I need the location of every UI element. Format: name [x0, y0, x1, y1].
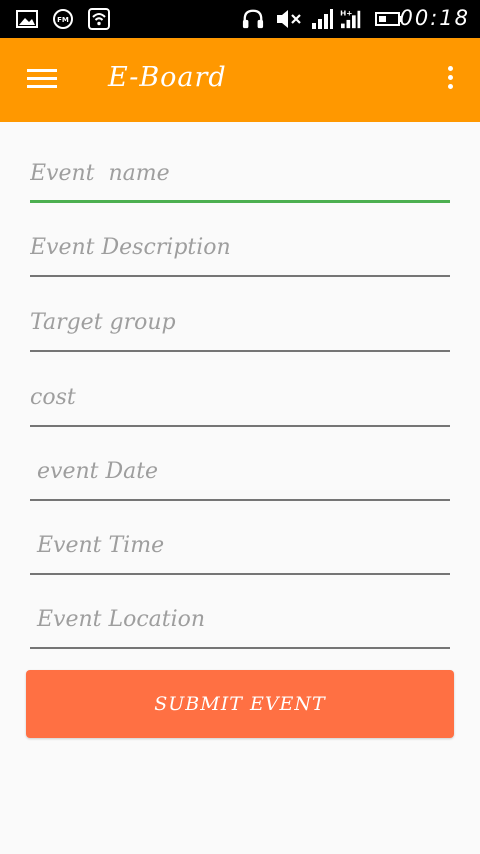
status-bar: FM H+ 00:18 — [0, 0, 480, 38]
event-name-field — [30, 151, 450, 203]
event-location-underline — [30, 647, 450, 649]
mute-icon — [277, 10, 301, 28]
signal-hplus-icon: H+ — [340, 8, 361, 29]
event-date-input[interactable] — [30, 449, 450, 493]
cost-field — [30, 375, 450, 427]
status-time: 00:18 — [399, 6, 470, 30]
event-description-underline — [30, 275, 450, 277]
signal-icon — [312, 9, 333, 29]
target-group-input[interactable] — [30, 300, 450, 344]
svg-text:FM: FM — [57, 16, 69, 24]
event-name-underline — [30, 200, 450, 203]
cost-input[interactable] — [30, 375, 450, 419]
wifi-icon — [88, 8, 110, 30]
app-bar: E-Board — [0, 38, 480, 122]
event-location-field — [30, 597, 450, 649]
event-date-underline — [30, 499, 450, 501]
more-vert-icon[interactable] — [442, 66, 458, 96]
fm-radio-icon: FM — [53, 9, 73, 29]
cost-underline — [30, 425, 450, 427]
target-group-underline — [30, 350, 450, 352]
app-title: E-Board — [108, 62, 227, 93]
headphones-icon — [242, 9, 264, 29]
svg-text:H+: H+ — [340, 8, 352, 17]
event-name-input[interactable] — [30, 151, 450, 195]
event-location-input[interactable] — [30, 597, 450, 641]
hamburger-menu-icon[interactable] — [22, 64, 62, 96]
event-time-field — [30, 523, 450, 575]
event-description-field — [30, 225, 450, 277]
event-date-field — [30, 449, 450, 501]
event-time-input[interactable] — [30, 523, 450, 567]
submit-event-button[interactable]: SUBMIT EVENT — [26, 670, 454, 738]
event-description-input[interactable] — [30, 225, 450, 269]
image-icon — [16, 10, 38, 28]
target-group-field — [30, 300, 450, 352]
event-time-underline — [30, 573, 450, 575]
